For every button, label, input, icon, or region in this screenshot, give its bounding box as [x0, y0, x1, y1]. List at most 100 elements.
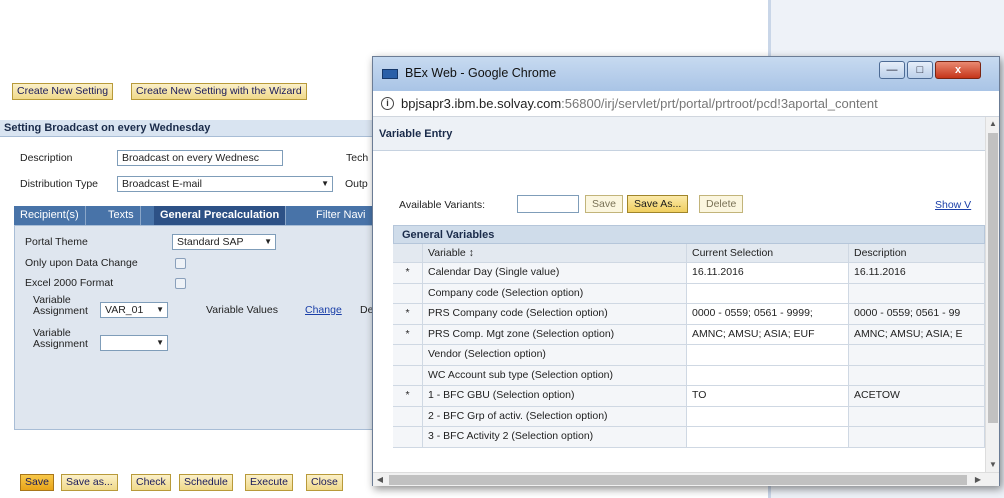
portal-theme-label: Portal Theme — [25, 236, 88, 248]
mandatory-marker: * — [393, 386, 423, 406]
variable-description: 16.11.2016 — [849, 263, 985, 283]
mandatory-marker: * — [393, 263, 423, 283]
table-row: * 1 - BFC GBU (Selection option) TO ACETOW — [393, 386, 985, 407]
variable-assignment-label: Variable Assignment — [33, 295, 88, 317]
table-row: 3 - BFC Activity 2 (Selection option) — [393, 427, 985, 448]
url-host: bpjsapr3.ibm.be.solvay.com — [401, 96, 562, 111]
url-text: bpjsapr3.ibm.be.solvay.com:56800/irj/ser… — [401, 96, 878, 111]
minimize-button[interactable]: — — [879, 61, 905, 79]
table-row: WC Account sub type (Selection option) — [393, 365, 985, 386]
variable-description — [849, 427, 985, 447]
window-title: BEx Web - Google Chrome — [405, 66, 557, 80]
save-button[interactable]: Save — [20, 474, 54, 491]
tab-content: Portal Theme Standard SAP ▼ Only upon Da… — [14, 225, 400, 430]
url-path: :56800/irj/servlet/prt/portal/prtroot/pc… — [561, 96, 878, 111]
variable-name: Calendar Day (Single value) — [423, 263, 687, 283]
current-selection-input[interactable]: 0000 - 0559; 0561 - 9999; — [687, 304, 849, 324]
variable-description: ACETOW — [849, 386, 985, 406]
variable-name: 3 - BFC Activity 2 (Selection option) — [423, 427, 687, 447]
scroll-down-icon[interactable]: ▼ — [986, 458, 1000, 472]
setting-panel: Setting Broadcast on every Wednesday Des… — [0, 120, 400, 440]
description-field[interactable]: Broadcast on every Wednesc — [117, 150, 283, 166]
mandatory-marker: * — [393, 304, 423, 324]
vertical-scroll-thumb[interactable] — [988, 133, 998, 423]
available-variants-field[interactable] — [517, 195, 579, 213]
variable-name: PRS Comp. Mgt zone (Selection option) — [423, 324, 687, 344]
variable-name: Company code (Selection option) — [423, 283, 687, 303]
tab-texts[interactable]: Texts — [102, 206, 141, 225]
variable-column-header[interactable]: Variable ↕ — [423, 244, 687, 262]
current-selection-column-header: Current Selection — [687, 244, 849, 262]
variable-name: 2 - BFC Grp of activ. (Selection option) — [423, 406, 687, 426]
chevron-down-icon: ▼ — [156, 305, 164, 314]
current-selection-input[interactable] — [687, 283, 849, 303]
current-selection-input[interactable] — [687, 406, 849, 426]
table-row: * Calendar Day (Single value) 16.11.2016 16… — [393, 263, 985, 284]
portal-theme-value: Standard SAP — [177, 236, 244, 248]
address-bar[interactable]: i bpjsapr3.ibm.be.solvay.com:56800/irj/s… — [373, 91, 999, 117]
variable-name: 1 - BFC GBU (Selection option) — [423, 386, 687, 406]
distribution-type-label: Distribution Type — [20, 178, 99, 190]
current-selection-input[interactable] — [687, 427, 849, 447]
grid-header-row: Variable ↕ Current Selection Description — [393, 244, 985, 263]
save-as-button[interactable]: Save as... — [61, 474, 118, 491]
mandatory-marker — [393, 283, 423, 303]
description-column-header: Description — [849, 244, 985, 262]
current-selection-input[interactable] — [687, 345, 849, 365]
window-titlebar[interactable]: BEx Web - Google Chrome — □ x — [373, 57, 999, 91]
table-row: Company code (Selection option) — [393, 283, 985, 304]
close-window-button[interactable]: x — [935, 61, 981, 79]
scroll-up-icon[interactable]: ▲ — [986, 117, 1000, 131]
excel-2000-format-checkbox[interactable] — [175, 278, 186, 289]
variable-assignment-label-2: Variable Assignment — [33, 328, 88, 350]
change-link[interactable]: Change — [305, 304, 342, 316]
tab-recipients[interactable]: Recipient(s) — [14, 206, 86, 225]
mandatory-column-header — [393, 244, 423, 262]
variable-label-line2: Assignment — [33, 305, 88, 317]
variable-description — [849, 406, 985, 426]
current-selection-input[interactable]: TO — [687, 386, 849, 406]
variable-assignment-select-1[interactable]: VAR_01 ▼ — [100, 302, 168, 318]
vertical-scrollbar[interactable]: ▲ ▼ — [985, 117, 999, 472]
excel-2000-format-label: Excel 2000 Format — [25, 277, 114, 289]
current-selection-input[interactable] — [687, 365, 849, 385]
tab-strip: Recipient(s) Texts General Precalculatio… — [14, 206, 400, 225]
only-upon-data-change-checkbox[interactable] — [175, 258, 186, 269]
variable-description: 0000 - 0559; 0561 - 99 — [849, 304, 985, 324]
table-row: * PRS Comp. Mgt zone (Selection option) AM… — [393, 324, 985, 345]
create-new-setting-button[interactable]: Create New Setting — [12, 83, 114, 100]
create-with-wizard-button[interactable]: Create New Setting with the Wizard — [131, 83, 307, 100]
popup-content: Variable Entry Available Variants: Save … — [373, 117, 985, 472]
tab-filter-navigation[interactable]: Filter Navi — [310, 206, 373, 225]
current-selection-input[interactable]: AMNC; AMSU; ASIA; EUF — [687, 324, 849, 344]
variable-assignment-value: VAR_01 — [105, 304, 144, 316]
variable-assignment-select-2[interactable]: ▼ — [100, 335, 168, 351]
horizontal-scroll-thumb[interactable] — [389, 475, 967, 485]
variant-save-as-button[interactable]: Save As... — [627, 195, 689, 213]
mandatory-marker — [393, 365, 423, 385]
variant-save-button[interactable]: Save — [585, 195, 623, 213]
variable-name: Vendor (Selection option) — [423, 345, 687, 365]
check-button[interactable]: Check — [131, 474, 171, 491]
mandatory-marker: * — [393, 324, 423, 344]
horizontal-scrollbar[interactable]: ◀ ▶ — [373, 472, 999, 486]
scroll-right-icon[interactable]: ▶ — [971, 473, 985, 487]
distribution-type-select[interactable]: Broadcast E-mail ▼ — [117, 176, 333, 192]
maximize-button[interactable]: □ — [907, 61, 933, 79]
mandatory-marker — [393, 427, 423, 447]
schedule-button[interactable]: Schedule — [179, 474, 233, 491]
variant-delete-button[interactable]: Delete — [699, 195, 744, 213]
execute-button[interactable]: Execute — [245, 474, 293, 491]
grid-rows: * Calendar Day (Single value) 16.11.2016 16… — [393, 263, 985, 448]
portal-theme-select[interactable]: Standard SAP ▼ — [172, 234, 276, 250]
show-variable-screen-link[interactable]: Show V — [935, 199, 971, 211]
close-button[interactable]: Close — [306, 474, 343, 491]
mandatory-marker — [393, 345, 423, 365]
variable-name: WC Account sub type (Selection option) — [423, 365, 687, 385]
tab-general-precalculation[interactable]: General Precalculation — [154, 206, 287, 225]
current-selection-input[interactable]: 16.11.2016 — [687, 263, 849, 283]
info-icon[interactable]: i — [381, 97, 394, 110]
output-format-label: Outp — [345, 178, 368, 190]
bex-app-icon — [382, 69, 398, 79]
scroll-left-icon[interactable]: ◀ — [373, 473, 387, 487]
